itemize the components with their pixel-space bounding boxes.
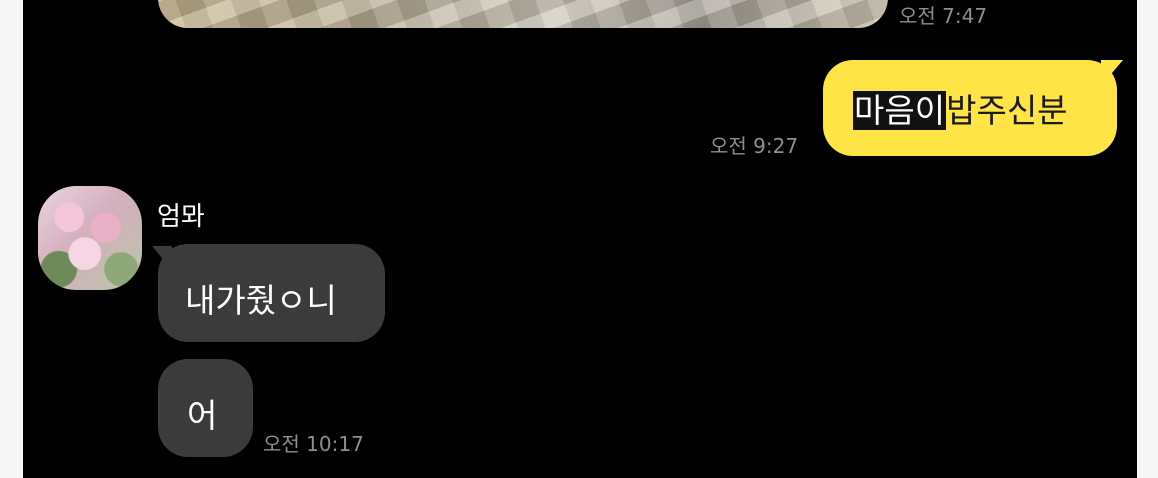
avatar[interactable] <box>38 186 142 290</box>
incoming-message-bubble[interactable]: 내가줬ㅇ니 <box>158 244 385 342</box>
message-text-rest: 밥주신분 <box>946 91 1068 130</box>
outgoing-message-bubble[interactable]: 마음이밥주신분 <box>823 60 1117 156</box>
outgoing-bubble-tail <box>1101 60 1123 86</box>
photo-timestamp: 오전 7:47 <box>899 4 988 28</box>
incoming-message-text: 내가줬ㅇ니 <box>185 281 337 320</box>
photo-image <box>158 0 888 28</box>
sender-name[interactable]: 엄뫄 <box>157 196 205 233</box>
incoming-message-text: 어 <box>187 396 218 435</box>
outgoing-timestamp: 오전 9:27 <box>710 134 799 158</box>
incoming-message-bubble[interactable]: 어 <box>158 359 253 457</box>
photo-message[interactable] <box>158 0 888 28</box>
outgoing-message-text: 마음이밥주신분 <box>853 84 1068 132</box>
selected-text[interactable]: 마음이 <box>853 91 947 130</box>
chat-area[interactable]: 오전 7:47 오전 9:27 마음이밥주신분 엄뫄 내가줬ㅇ니 어 오전 10… <box>23 0 1137 478</box>
incoming-timestamp: 오전 10:17 <box>263 432 364 456</box>
